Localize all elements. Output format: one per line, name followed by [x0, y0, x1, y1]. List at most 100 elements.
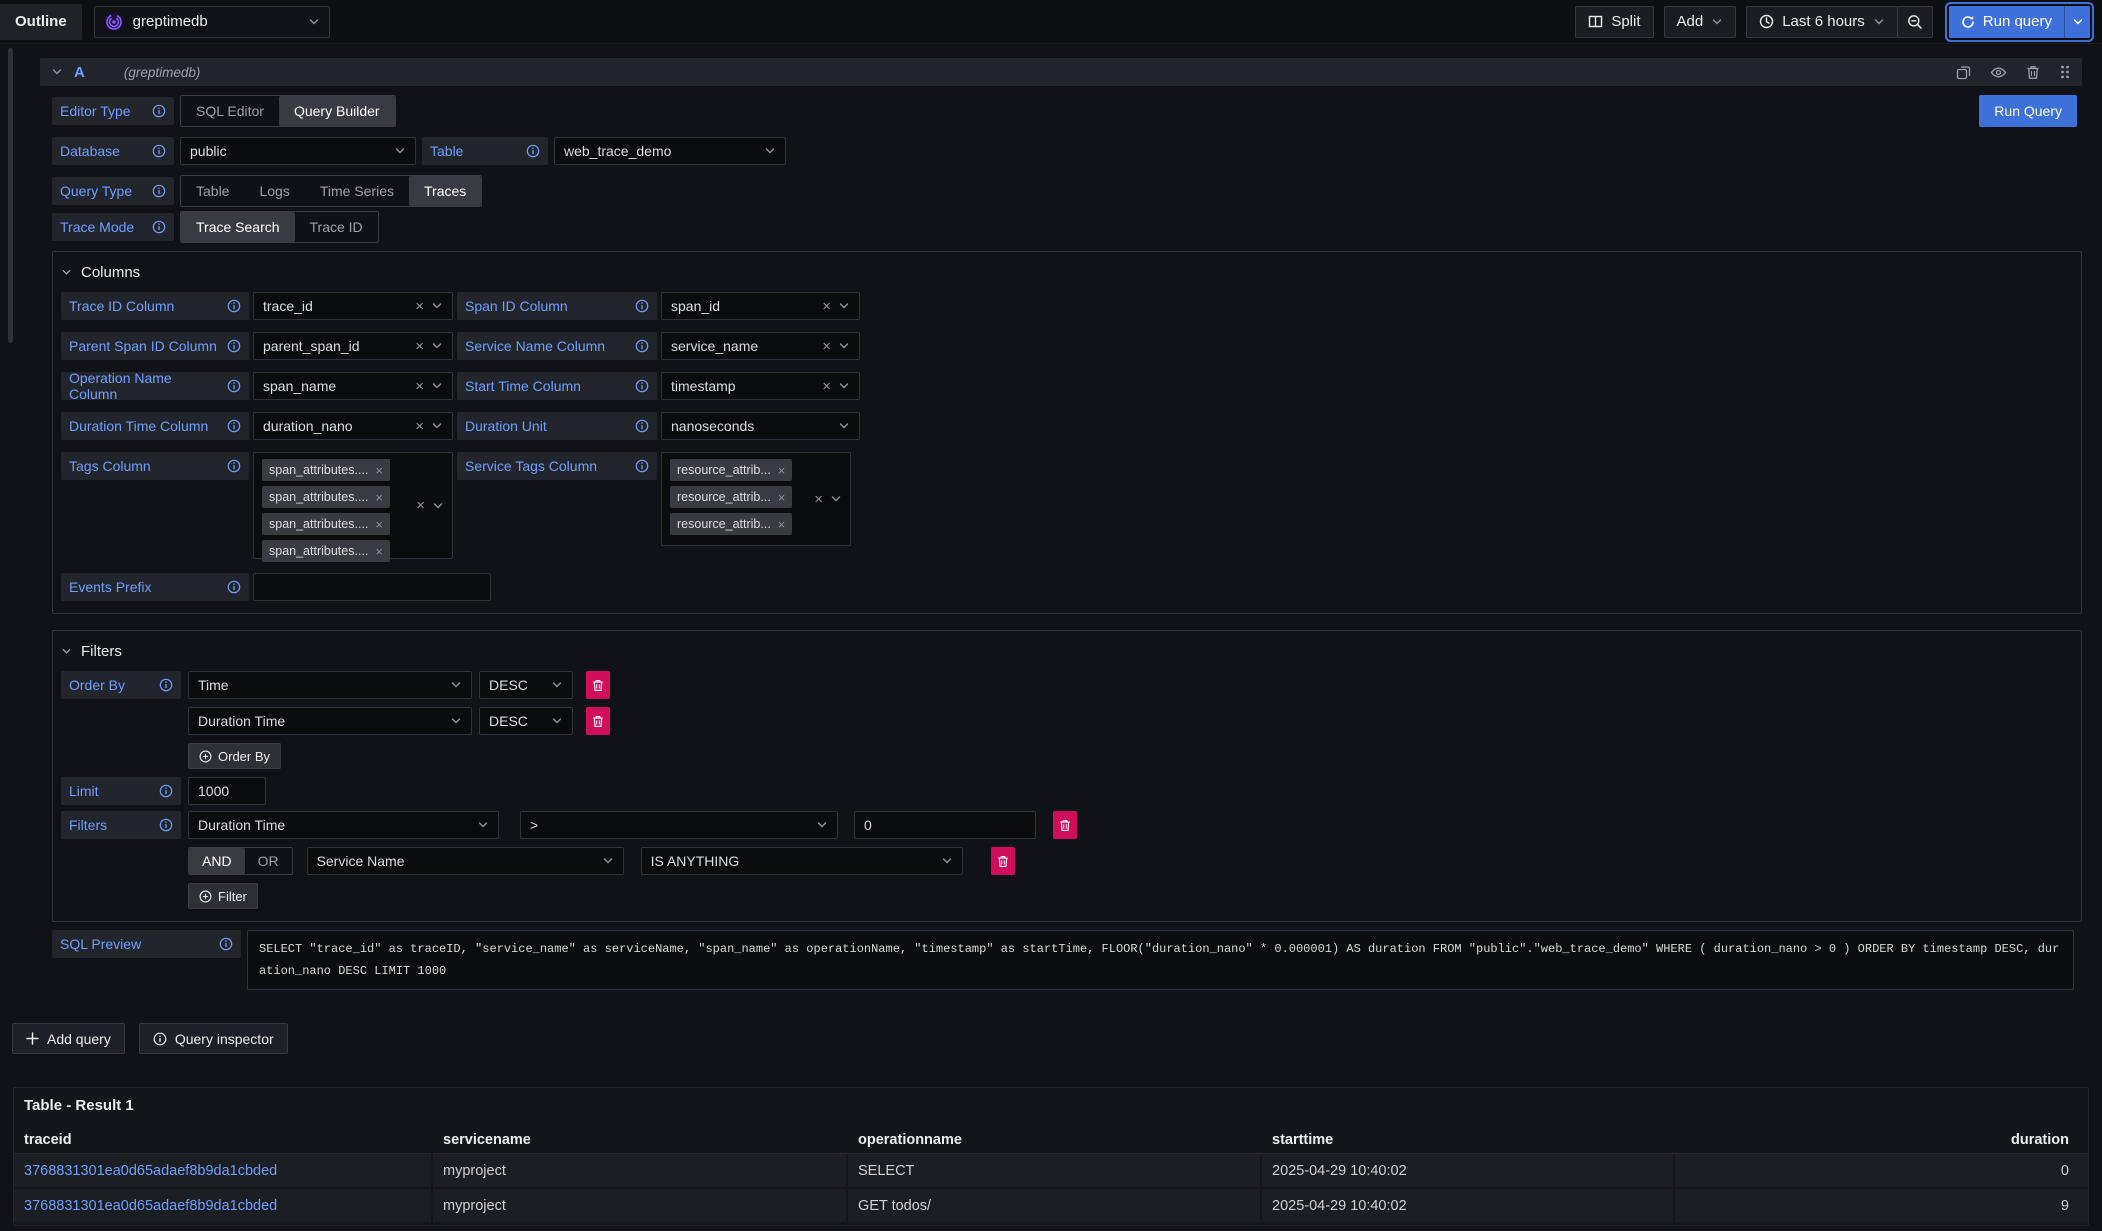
remove-query-icon[interactable]: [2026, 65, 2040, 80]
order-by-field-select[interactable]: Duration Time: [188, 707, 472, 735]
clear-all-icon[interactable]: ×: [416, 498, 425, 513]
info-icon[interactable]: [227, 419, 241, 433]
remove-chip-icon[interactable]: ×: [778, 491, 786, 504]
events-prefix-input[interactable]: [253, 573, 491, 601]
span-id-column-select[interactable]: span_id ×: [661, 292, 860, 320]
clear-icon[interactable]: ×: [415, 379, 424, 394]
duration-unit-select[interactable]: nanoseconds: [661, 412, 860, 440]
service-tag-chip[interactable]: resource_attrib...×: [670, 486, 792, 508]
service-tag-chip[interactable]: resource_attrib...×: [670, 459, 792, 481]
info-icon[interactable]: [635, 299, 649, 313]
operation-name-column-select[interactable]: span_name ×: [253, 372, 453, 400]
info-icon[interactable]: [227, 580, 241, 594]
info-icon[interactable]: [159, 818, 173, 832]
remove-filter-button[interactable]: [991, 847, 1015, 875]
tag-chip[interactable]: span_attributes....×: [262, 540, 390, 562]
add-order-by-button[interactable]: Order By: [188, 743, 281, 769]
remove-chip-icon[interactable]: ×: [375, 464, 383, 477]
info-icon[interactable]: [152, 220, 166, 234]
info-icon[interactable]: [227, 339, 241, 353]
editor-run-query-button[interactable]: Run Query: [1979, 95, 2077, 127]
duplicate-query-icon[interactable]: [1956, 65, 1971, 80]
tag-chip[interactable]: span_attributes....×: [262, 513, 390, 535]
clear-icon[interactable]: ×: [822, 379, 831, 394]
remove-chip-icon[interactable]: ×: [375, 518, 383, 531]
option-logs[interactable]: Logs: [244, 176, 304, 206]
filter-value-input[interactable]: [854, 811, 1036, 839]
info-icon[interactable]: [159, 784, 173, 798]
table-select[interactable]: web_trace_demo: [554, 137, 786, 165]
remove-chip-icon[interactable]: ×: [778, 518, 786, 531]
option-trace-search[interactable]: Trace Search: [181, 212, 295, 242]
clear-icon[interactable]: ×: [415, 419, 424, 434]
info-icon[interactable]: [152, 184, 166, 198]
add-filter-button[interactable]: Filter: [188, 883, 258, 909]
order-by-direction-select[interactable]: DESC: [479, 707, 573, 735]
column-header-starttime[interactable]: starttime: [1262, 1126, 1675, 1153]
hide-query-icon[interactable]: [1990, 65, 2007, 80]
clear-icon[interactable]: ×: [415, 339, 424, 354]
add-button[interactable]: Add: [1664, 6, 1737, 38]
service-tags-column-multiselect[interactable]: resource_attrib...× resource_attrib...× …: [661, 452, 851, 546]
info-icon[interactable]: [526, 144, 540, 158]
split-button[interactable]: Split: [1575, 6, 1653, 38]
remove-chip-icon[interactable]: ×: [375, 545, 383, 558]
outline-toggle[interactable]: Outline: [0, 4, 82, 40]
query-inspector-button[interactable]: Query inspector: [139, 1023, 288, 1054]
option-and[interactable]: AND: [189, 848, 245, 874]
datasource-picker[interactable]: greptimedb: [94, 6, 330, 38]
info-icon[interactable]: [227, 459, 241, 473]
info-icon[interactable]: [227, 379, 241, 393]
remove-order-by-button[interactable]: [586, 671, 610, 699]
info-icon[interactable]: [152, 144, 166, 158]
run-query-options-button[interactable]: [2064, 6, 2090, 38]
option-query-builder[interactable]: Query Builder: [279, 96, 395, 126]
info-icon[interactable]: [635, 459, 649, 473]
column-header-traceid[interactable]: traceid: [14, 1126, 433, 1153]
info-icon[interactable]: [635, 419, 649, 433]
drag-handle-icon[interactable]: [2059, 64, 2071, 80]
filter-operator-select[interactable]: >: [520, 811, 838, 839]
add-query-button[interactable]: Add query: [12, 1023, 125, 1054]
query-row-header[interactable]: A (greptimedb): [40, 58, 2082, 86]
info-icon[interactable]: [152, 104, 166, 118]
option-traces[interactable]: Traces: [409, 176, 481, 206]
collapse-chevron-icon[interactable]: [51, 66, 63, 78]
columns-section-toggle[interactable]: Columns: [61, 258, 2073, 286]
order-by-direction-select[interactable]: DESC: [479, 671, 573, 699]
scrollbar[interactable]: [8, 48, 13, 343]
tag-chip[interactable]: span_attributes....×: [262, 459, 390, 481]
filter-field-select[interactable]: Service Name: [307, 847, 624, 875]
time-range-picker[interactable]: Last 6 hours: [1746, 6, 1898, 38]
service-tag-chip[interactable]: resource_attrib...×: [670, 513, 792, 535]
clear-all-icon[interactable]: ×: [814, 492, 823, 507]
filter-field-select[interactable]: Duration Time: [188, 811, 499, 839]
info-icon[interactable]: [159, 678, 173, 692]
info-icon[interactable]: [219, 937, 233, 951]
option-sql-editor[interactable]: SQL Editor: [181, 96, 279, 126]
option-time-series[interactable]: Time Series: [305, 176, 409, 206]
limit-input[interactable]: [188, 777, 266, 805]
column-header-servicename[interactable]: servicename: [433, 1126, 848, 1153]
remove-chip-icon[interactable]: ×: [778, 464, 786, 477]
clear-icon[interactable]: ×: [822, 339, 831, 354]
order-by-field-select[interactable]: Time: [188, 671, 472, 699]
remove-chip-icon[interactable]: ×: [375, 491, 383, 504]
remove-order-by-button[interactable]: [586, 707, 610, 735]
run-query-button[interactable]: Run query: [1949, 6, 2064, 38]
option-trace-id[interactable]: Trace ID: [295, 212, 378, 242]
clear-icon[interactable]: ×: [822, 299, 831, 314]
tags-column-multiselect[interactable]: span_attributes....× span_attributes....…: [253, 452, 453, 559]
trace-id-column-select[interactable]: trace_id ×: [253, 292, 453, 320]
start-time-column-select[interactable]: timestamp ×: [661, 372, 860, 400]
info-icon[interactable]: [635, 379, 649, 393]
parent-span-id-column-select[interactable]: parent_span_id ×: [253, 332, 453, 360]
service-name-column-select[interactable]: service_name ×: [661, 332, 860, 360]
zoom-out-time-button[interactable]: [1897, 6, 1933, 38]
trace-id-link[interactable]: 3768831301ea0d65adaef8b9da1cbded: [24, 1163, 277, 1179]
info-icon[interactable]: [227, 299, 241, 313]
duration-time-column-select[interactable]: duration_nano ×: [253, 412, 453, 440]
database-select[interactable]: public: [180, 137, 416, 165]
option-table[interactable]: Table: [181, 176, 244, 206]
column-header-operationname[interactable]: operationname: [848, 1126, 1262, 1153]
